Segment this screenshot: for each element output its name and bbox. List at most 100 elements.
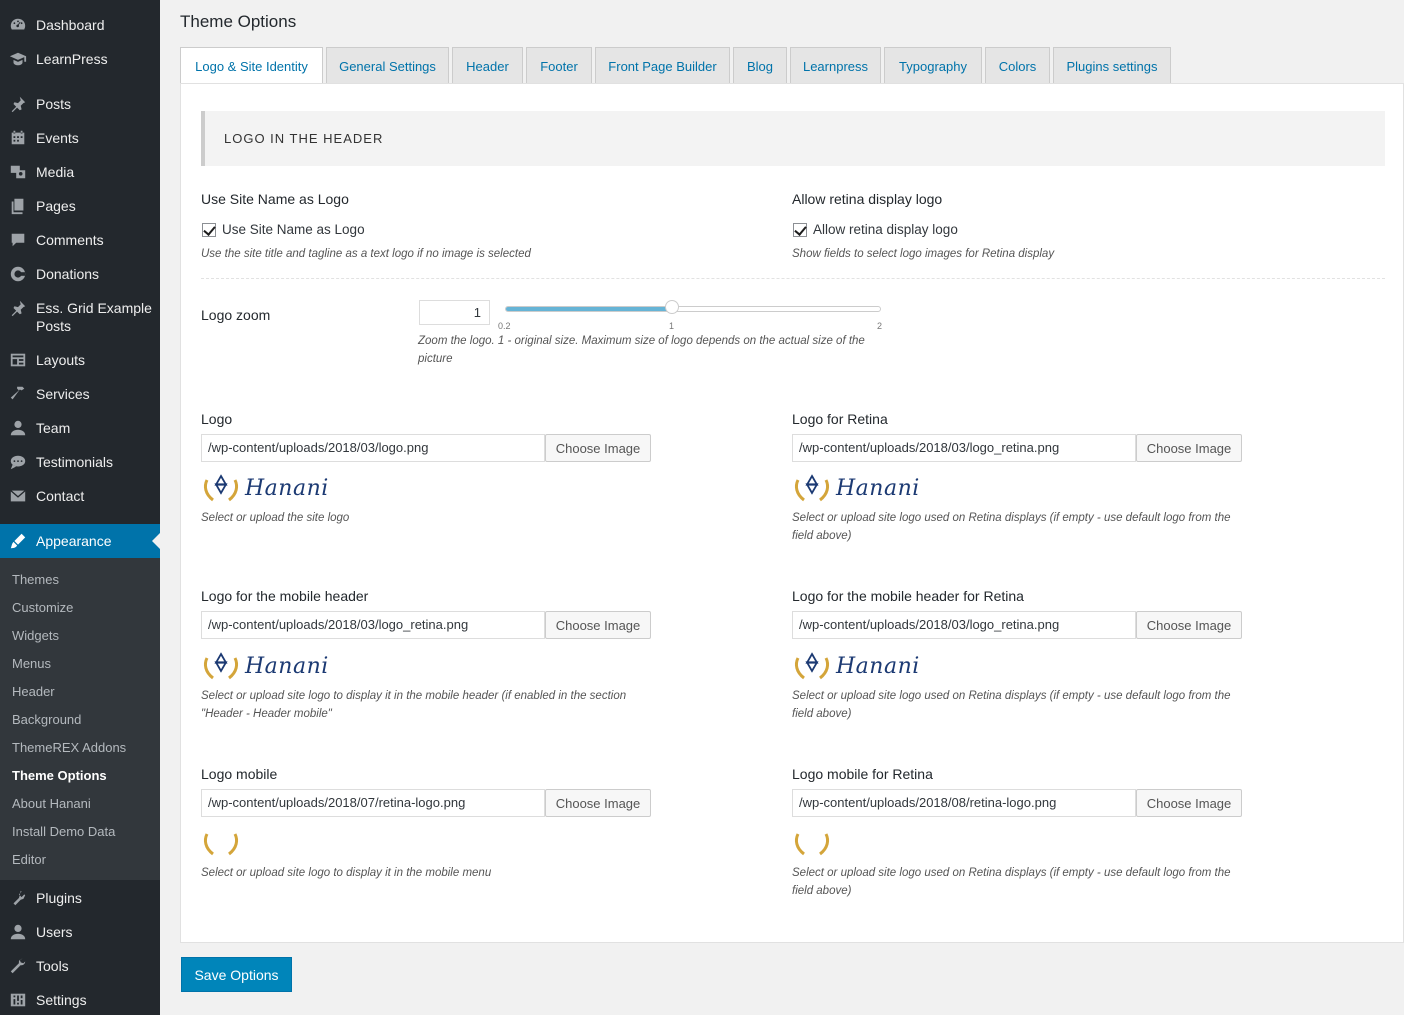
- logo-mobile-retina-url-input[interactable]: /wp-content/uploads/2018/08/retina-logo.…: [792, 789, 1136, 817]
- logo-retina-desc: Select or upload site logo used on Retin…: [792, 512, 1231, 542]
- sidebar-item-layouts[interactable]: Layouts: [0, 351, 160, 369]
- sidebar-item-label: Events: [36, 130, 79, 146]
- submenu-header[interactable]: Header: [12, 684, 55, 700]
- tab-general-settings[interactable]: General Settings: [326, 47, 449, 84]
- wrench-icon: [8, 957, 28, 975]
- logo-zoom-input[interactable]: 1: [419, 300, 490, 325]
- tab-logo-site-identity[interactable]: Logo & Site Identity: [180, 47, 323, 85]
- submenu-themerex-addons[interactable]: ThemeREX Addons: [12, 740, 126, 756]
- logo-mobile-preview: [201, 830, 241, 860]
- tab-footer[interactable]: Footer: [526, 47, 592, 84]
- logo-wordmark: Hanani: [836, 475, 920, 501]
- tab-blog[interactable]: Blog: [733, 47, 787, 84]
- sidebar-item-label: Team: [36, 420, 71, 436]
- sidebar-item-plugins[interactable]: Plugins: [0, 889, 160, 907]
- logo-retina-url-input[interactable]: /wp-content/uploads/2018/03/logo_retina.…: [792, 434, 1136, 462]
- logo-mobile-desc: Select or upload site logo to display it…: [201, 867, 492, 879]
- sidebar-item-label: Users: [36, 924, 73, 940]
- logo-retina-choose-image-button[interactable]: Choose Image: [1136, 434, 1242, 462]
- dashboard-icon: [8, 16, 28, 34]
- retina-checkbox-label: Allow retina display logo: [813, 222, 958, 237]
- tab-learnpress[interactable]: Learnpress: [790, 47, 881, 84]
- logo-url-input[interactable]: /wp-content/uploads/2018/03/logo.png: [201, 434, 545, 462]
- sidebar-item-posts[interactable]: Posts: [0, 95, 160, 113]
- pin-icon: [8, 299, 28, 317]
- submenu-widgets[interactable]: Widgets: [12, 628, 59, 644]
- brush-icon: [8, 532, 28, 550]
- logo-title: Logo: [201, 411, 233, 427]
- sidebar-item-users[interactable]: Users: [0, 923, 160, 941]
- logo-zoom-slider-track[interactable]: [505, 306, 881, 312]
- sidebar-item-label: Tools: [36, 958, 69, 974]
- tab-front-page-builder[interactable]: Front Page Builder: [595, 47, 730, 84]
- sidebar-item-dashboard[interactable]: Dashboard: [0, 16, 160, 34]
- settings-icon: [8, 991, 28, 1009]
- sidebar-item-comments[interactable]: Comments: [0, 231, 160, 249]
- sidebar-item-pages[interactable]: Pages: [0, 197, 160, 215]
- sidebar-item-donations[interactable]: Donations: [0, 265, 160, 283]
- submenu-menus[interactable]: Menus: [12, 656, 51, 672]
- tab-typography[interactable]: Typography: [884, 47, 982, 84]
- appearance-submenu: Themes Customize Widgets Menus Header Ba…: [0, 558, 160, 880]
- sidebar-item-testimonials[interactable]: Testimonials: [0, 453, 160, 471]
- laurel-icon: [794, 833, 830, 856]
- sidebar-item-tools[interactable]: Tools: [0, 957, 160, 975]
- logo-zoom-slider-handle[interactable]: [665, 300, 680, 314]
- hammer-icon: [8, 385, 28, 403]
- tab-plugins-settings[interactable]: Plugins settings: [1053, 47, 1171, 84]
- sidebar-item-label: Layouts: [36, 352, 86, 368]
- logo-choose-image-button[interactable]: Choose Image: [545, 434, 651, 462]
- tab-header[interactable]: Header: [452, 47, 523, 84]
- laurel-star-icon: [794, 652, 830, 680]
- sidebar-item-services[interactable]: Services: [0, 385, 160, 403]
- sidebar-item-label: Appearance: [36, 533, 112, 549]
- sidebar-item-learnpress[interactable]: LearnPress: [0, 50, 160, 68]
- logo-mobile-choose-image-button[interactable]: Choose Image: [545, 789, 651, 817]
- submenu-about[interactable]: About Hanani: [12, 796, 91, 812]
- logo-mobile-title: Logo mobile: [201, 766, 278, 782]
- laurel-star-icon: [203, 474, 239, 502]
- sidebar-item-label: Posts: [36, 96, 72, 112]
- submenu-background[interactable]: Background: [12, 712, 81, 728]
- submenu-customize[interactable]: Customize: [12, 600, 73, 616]
- sidebar-item-settings[interactable]: Settings: [0, 991, 160, 1009]
- save-options-button[interactable]: Save Options: [181, 957, 292, 992]
- sidebar-item-label: Contact: [36, 488, 85, 504]
- laurel-icon: [203, 833, 239, 856]
- tab-colors[interactable]: Colors: [985, 47, 1050, 84]
- sidebar-item-ess-grid[interactable]: Ess. Grid Example Posts: [0, 299, 160, 335]
- logo-mobile-retina-choose-image-button[interactable]: Choose Image: [1136, 789, 1242, 817]
- laurel-star-icon: [203, 652, 239, 680]
- sidebar-item-label: Comments: [36, 232, 104, 248]
- logo-mobile-retina-title: Logo mobile for Retina: [792, 766, 933, 782]
- logo-wordmark: Hanani: [245, 475, 329, 501]
- sidebar-item-contact[interactable]: Contact: [0, 487, 160, 505]
- pin-icon: [8, 95, 28, 113]
- logo-mobile-url-input[interactable]: /wp-content/uploads/2018/07/retina-logo.…: [201, 789, 545, 817]
- sidebar-item-appearance[interactable]: Appearance: [0, 524, 160, 558]
- logo-mobile-header-choose-image-button[interactable]: Choose Image: [545, 611, 651, 639]
- sidebar-item-events[interactable]: Events: [0, 129, 160, 147]
- admin-sidebar: Dashboard LearnPress Posts Events Media …: [0, 0, 160, 1015]
- use-site-name-checkbox[interactable]: [202, 222, 216, 237]
- sidebar-item-label: Media: [36, 164, 75, 180]
- mail-icon: [8, 487, 28, 505]
- retina-checkbox-row[interactable]: Allow retina display logo: [793, 222, 958, 237]
- section-heading: LOGO IN THE HEADER: [201, 111, 1385, 166]
- use-site-name-checkbox-row[interactable]: Use Site Name as Logo: [202, 222, 365, 237]
- logo-mobile-header-retina-choose-image-button[interactable]: Choose Image: [1136, 611, 1242, 639]
- logo-mobile-retina-preview: [792, 830, 832, 860]
- logo-mobile-header-retina-preview: Hanani: [792, 650, 920, 682]
- logo-mobile-header-retina-url-input[interactable]: /wp-content/uploads/2018/03/logo_retina.…: [792, 611, 1136, 639]
- sidebar-item-media[interactable]: Media: [0, 163, 160, 181]
- submenu-install-demo[interactable]: Install Demo Data: [12, 824, 115, 840]
- retina-checkbox[interactable]: [793, 222, 807, 237]
- submenu-themes[interactable]: Themes: [12, 572, 59, 588]
- sidebar-item-team[interactable]: Team: [0, 419, 160, 437]
- submenu-theme-options[interactable]: Theme Options: [12, 768, 107, 784]
- submenu-editor[interactable]: Editor: [12, 852, 46, 868]
- logo-mobile-header-url-input[interactable]: /wp-content/uploads/2018/03/logo_retina.…: [201, 611, 545, 639]
- logo-wordmark: Hanani: [245, 653, 329, 679]
- sidebar-item-label: Dashboard: [36, 17, 105, 33]
- use-site-name-desc: Use the site title and tagline as a text…: [201, 248, 531, 260]
